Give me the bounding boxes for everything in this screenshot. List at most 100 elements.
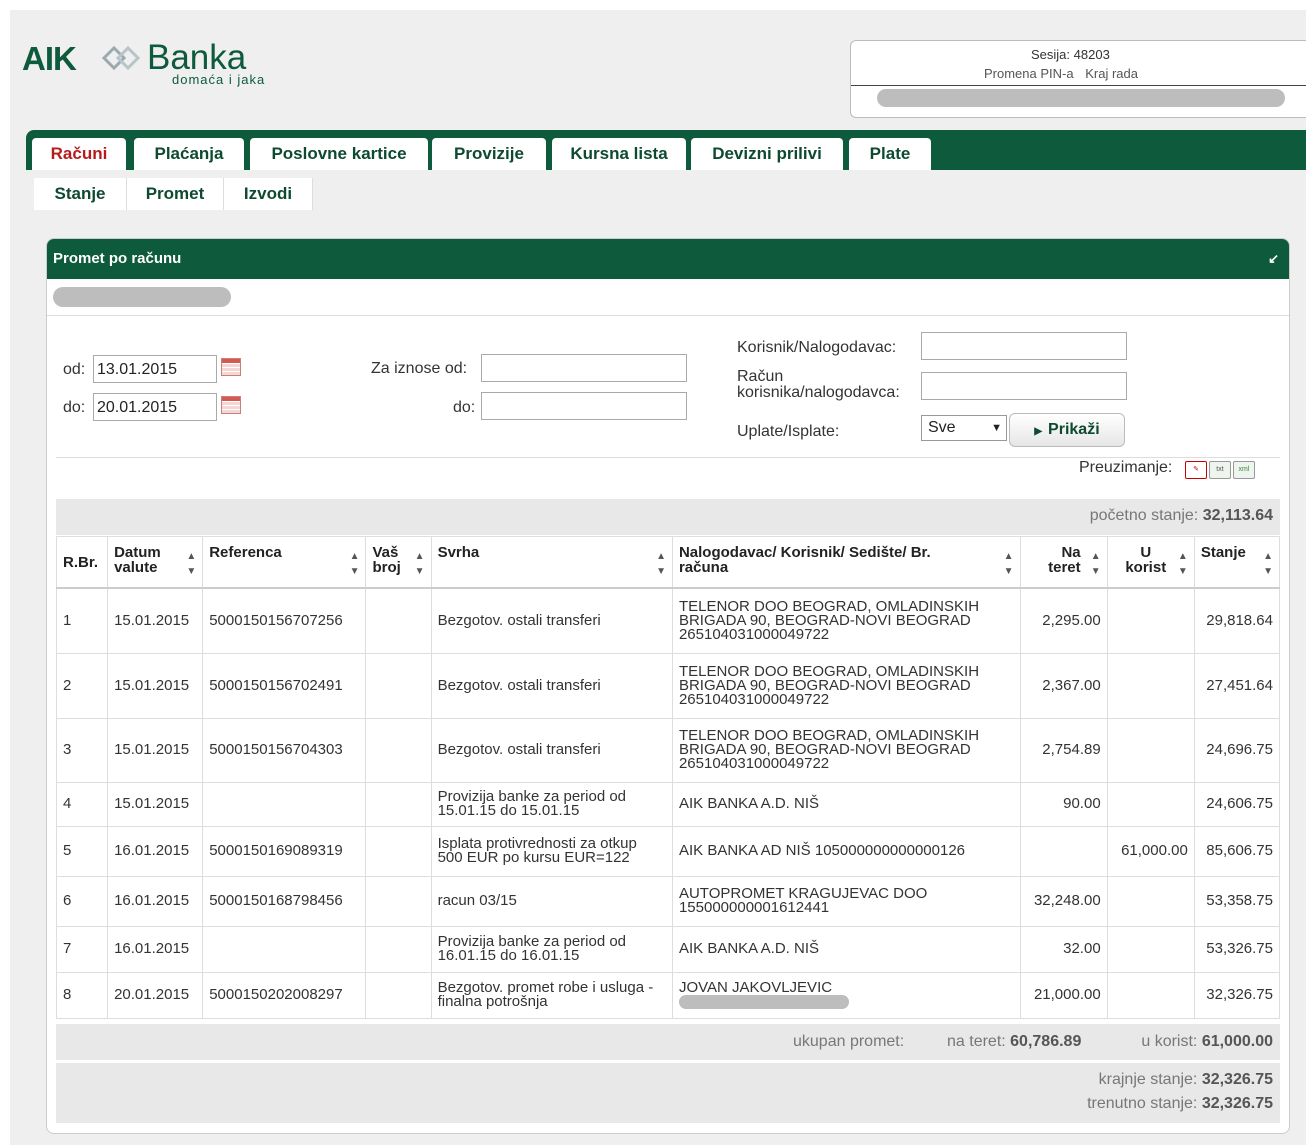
col-svrha-label: Svrha [437,544,480,561]
divider [56,457,1280,458]
subtab-promet[interactable]: Promet [127,178,224,210]
tab-kursna-lista[interactable]: Kursna lista [552,138,686,170]
cell-date: 16.01.2015 [107,825,204,877]
xml-icon[interactable]: xml [1233,461,1255,479]
cell-rbr-text: 7 [63,940,72,957]
cell-balance-text: 32,326.75 [1206,986,1273,1003]
cell-svrha: racun 03/15 [430,875,673,927]
bank-logo[interactable]: AIK Banka domaća i jaka [22,38,282,88]
sort-icon: ▲ ▼ [656,551,666,577]
sort-icon: ▲ ▼ [1090,551,1101,577]
table-row: 7 16.01.2015 Provizija banke za period od … [55,925,1281,973]
date-to-input[interactable]: 20.01.2015 [93,393,217,421]
total-debit-value: 60,786.89 [1010,1033,1082,1050]
amount-from-input[interactable] [481,354,687,382]
main-tab-bar: Računi Plaćanja Poslovne kartice Provizi… [26,130,1306,170]
table-row: 1 15.01.2015 5000150156707256 Bezgotov. ost… [55,587,1281,654]
cell-rbr: 3 [55,717,109,783]
user-input[interactable] [921,332,1127,360]
closing-balance-row [56,1063,1280,1123]
cell-vas-broj [365,717,432,783]
cell-svrha: Bezgotov. promet robe i usluga - finalna… [430,971,673,1019]
divider [47,315,1289,316]
cell-balance: 32,326.75 [1193,971,1281,1019]
cell-debit: 32.00 [1019,925,1108,973]
cell-vas-broj [365,781,432,827]
cell-date-text: 16.01.2015 [114,842,190,859]
account-input[interactable] [921,372,1127,400]
cell-party: TELENOR DOO BEOGRAD, OMLADINSKIH BRIGADA… [671,717,1021,783]
calendar-icon[interactable] [221,396,241,414]
cell-party-text: AIK BANKA A.D. NIŠ [678,940,820,957]
cell-reference: 5000150156702491 [202,652,367,719]
panel-title: Promet po računu [53,250,182,267]
cell-svrha-text: Bezgotov. ostali transferi [437,741,601,758]
logout-link[interactable]: Kraj rada [1085,66,1138,81]
cell-party: AIK BANKA A.D. NIŠ [671,781,1021,827]
amount-to-input[interactable] [481,392,687,420]
col-datum[interactable]: ▲ ▼ Datum valute [107,536,204,589]
type-label: Uplate/Isplate: [737,423,840,440]
col-na-teret[interactable]: ▲ ▼ Na teret [1019,536,1108,589]
account-label-line1: Račun [737,368,784,385]
col-datum-label: Datum valute [114,544,161,576]
tab-plate[interactable]: Plate [849,138,931,170]
cell-rbr-text: 4 [63,795,72,812]
col-vas-broj[interactable]: ▲ ▼ Vaš broj [365,536,432,589]
cell-balance: 27,451.64 [1193,652,1281,719]
cell-reference: 5000150156704303 [202,717,367,783]
sort-icon: ▲ ▼ [1263,551,1273,577]
user-label: Korisnik/Nalogodavac: [737,339,897,356]
calendar-icon[interactable] [221,358,241,376]
cell-date: 16.01.2015 [107,875,204,927]
col-stanje[interactable]: ▲ ▼ Stanje [1193,536,1281,589]
cell-date-text: 16.01.2015 [114,892,190,909]
total-label: ukupan promet: [793,1033,905,1050]
col-rbr[interactable]: R.Br. [55,536,109,589]
cell-reference: 5000150202008297 [202,971,367,1019]
table-row: 5 16.01.2015 5000150169089319 Isplata proti… [55,825,1281,877]
col-nalogodavac[interactable]: ▲ ▼ Nalogodavac/ Korisnik/ Sedište/ Br. ra… [671,536,1021,589]
cell-reference: 5000150156707256 [202,587,367,654]
cell-date-text: 16.01.2015 [114,940,190,957]
type-select[interactable]: Sve ▼ [921,415,1007,441]
sub-tab-bar: Stanje Promet Izvodi [26,170,1306,212]
tab-provizije[interactable]: Provizije [432,138,546,170]
cell-rbr: 5 [55,825,109,877]
col-u-korist[interactable]: ▲ ▼ U korist [1106,536,1195,589]
cell-rbr-text: 2 [63,676,72,694]
cell-date-text: 20.01.2015 [114,986,190,1003]
cell-rbr-text: 1 [63,611,72,629]
collapse-icon[interactable]: ↙ [1268,239,1279,279]
cell-party-text: TELENOR DOO BEOGRAD, OMLADINSKIH BRIGADA… [678,727,980,772]
panel-header: Promet po računu ↙ [47,239,1289,279]
col-svrha[interactable]: ▲ ▼ Svrha [430,536,673,589]
cell-party-text: TELENOR DOO BEOGRAD, OMLADINSKIH BRIGADA… [678,662,980,708]
pdf-icon[interactable]: ✎ [1185,461,1207,479]
subtab-stanje[interactable]: Stanje [34,178,127,210]
cell-svrha: Bezgotov. ostali transferi [430,587,673,654]
cell-credit [1106,971,1195,1019]
tab-placanja[interactable]: Plaćanja [134,138,244,170]
cell-svrha: Provizija banke za period od 15.01.15 do… [430,781,673,827]
redacted-account-number [53,287,231,307]
tab-devizni-prilivi[interactable]: Devizni prilivi [691,138,843,170]
cell-reference-text: 5000150156704303 [209,741,343,758]
cell-date: 15.01.2015 [107,652,204,719]
opening-balance-label: početno stanje: [1089,507,1199,524]
subtab-izvodi[interactable]: Izvodi [224,178,313,210]
show-button[interactable]: ▶ Prikaži [1009,413,1125,447]
cell-svrha-text: Provizija banke za period od 15.01.15 do… [437,788,627,819]
sort-icon: ▲ ▼ [1003,551,1014,577]
date-from-input[interactable]: 13.01.2015 [93,355,217,383]
cell-reference-text: 5000150156707256 [209,611,343,629]
tab-racuni[interactable]: Računi [32,138,126,170]
col-referenca[interactable]: ▲ ▼ Referenca [202,536,367,589]
txt-icon[interactable]: txt [1209,461,1231,479]
totals-row [56,1024,1280,1060]
tab-poslovne-kartice[interactable]: Poslovne kartice [250,138,428,170]
change-pin-link[interactable]: Promena PIN-a [984,66,1074,81]
cell-reference: 5000150169089319 [202,825,367,877]
date-from-label: od: [63,361,86,378]
account-label: Račun korisnika/nalogodavca: [737,369,900,401]
